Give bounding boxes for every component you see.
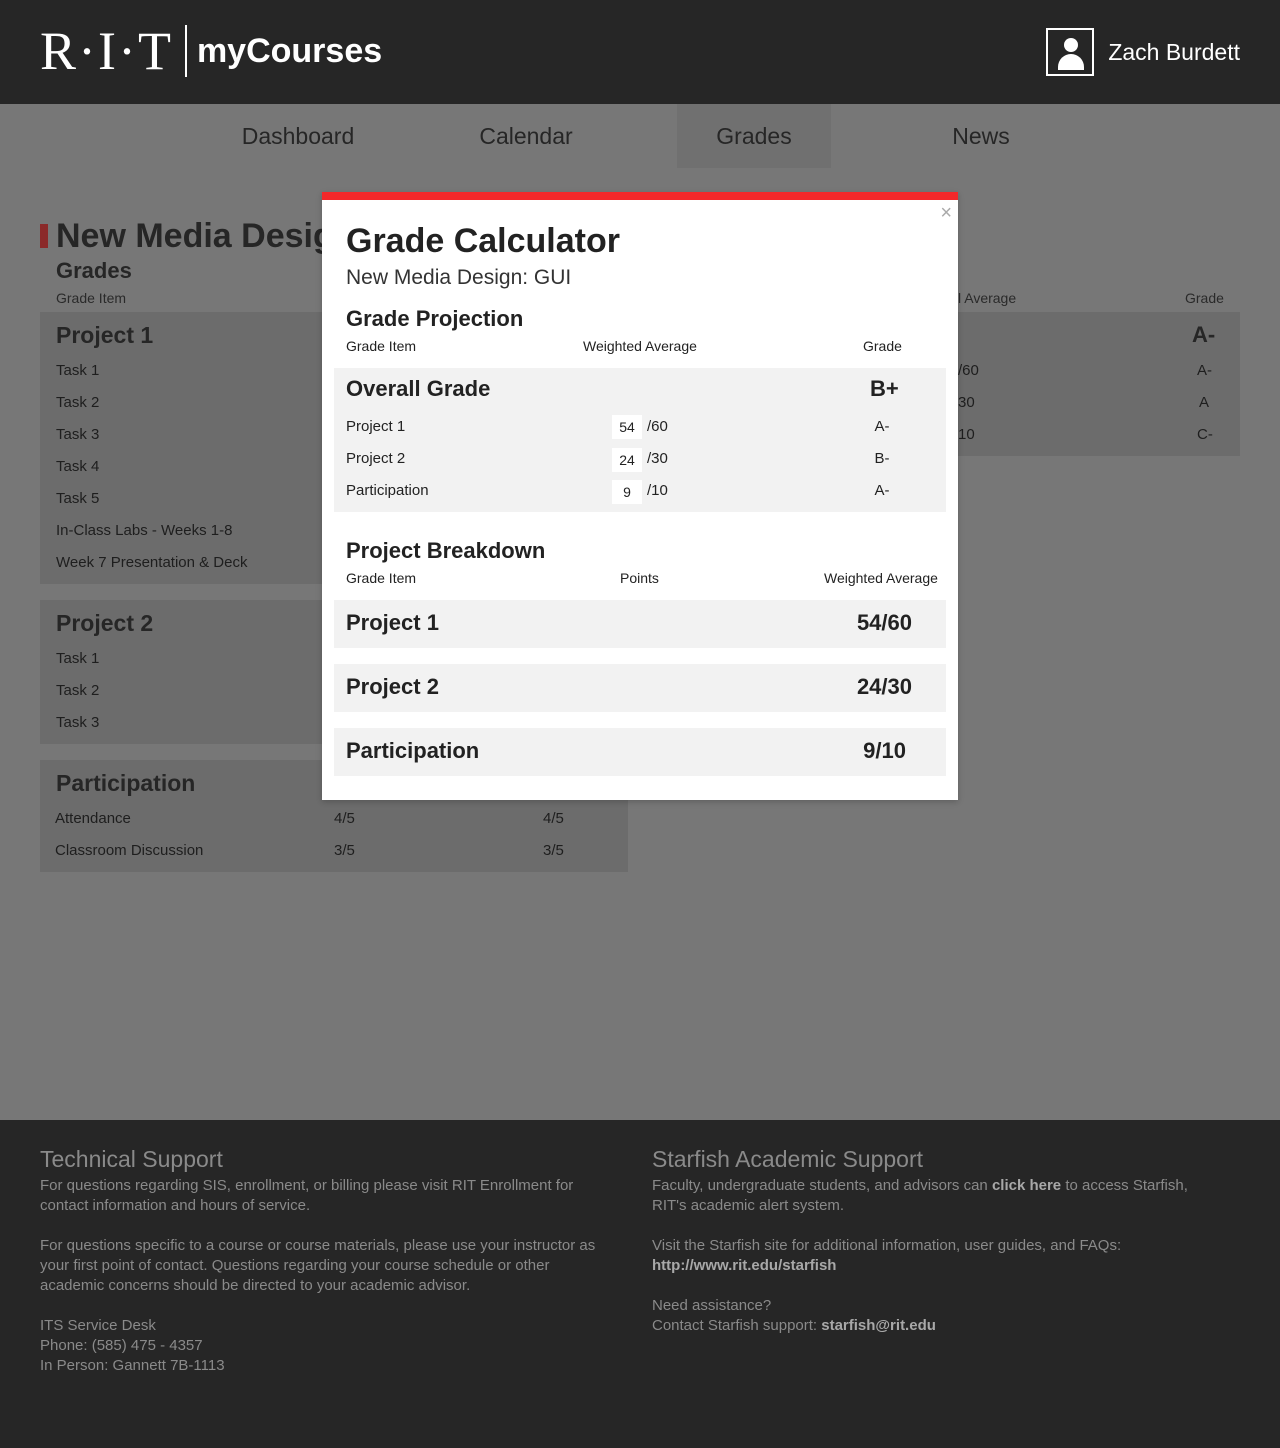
projection-col-item: Grade Item: [346, 338, 417, 354]
project1-title: Project 1: [56, 322, 154, 348]
summary-grade: A-: [1192, 322, 1216, 347]
footer: Technical Support For questions regardin…: [0, 1120, 1280, 1448]
starfish-email-link[interactable]: starfish@rit.edu: [821, 1317, 936, 1334]
project1-row: Task 5: [56, 490, 100, 507]
breakdown-row-project2[interactable]: Project 2 24/30: [334, 664, 946, 712]
col-grade-item: Grade Item: [56, 290, 127, 306]
starfish-assist-text: Need assistance?: [652, 1297, 772, 1314]
nav-dashboard[interactable]: Dashboard: [220, 104, 376, 168]
overall-grade-value: B+: [870, 376, 899, 401]
participation-row-points: 3/5: [334, 842, 355, 859]
overall-grade-label: Overall Grade: [346, 376, 491, 401]
project1-row: Task 3: [56, 426, 100, 443]
projection-row-grade: A-: [874, 418, 890, 435]
project2-title: Project 2: [56, 610, 154, 636]
starfish-heading: Starfish Academic Support: [652, 1146, 924, 1172]
grades-heading: Grades: [56, 258, 132, 283]
nav-grades[interactable]: Grades: [677, 104, 831, 168]
projection-col-grade: Grade: [863, 338, 902, 354]
projection-col-weighted: Weighted Average: [583, 338, 697, 354]
overall-grade-card: Overall Grade B+ Project 1 /60 A- Projec…: [334, 368, 946, 512]
user-avatar-icon[interactable]: [1046, 28, 1095, 76]
project1-score-input[interactable]: [612, 415, 642, 439]
projection-row-name: Project 1: [346, 418, 406, 435]
service-desk-location: In Person: Gannett 7B-1113: [40, 1357, 225, 1374]
projection-row-name: Project 2: [346, 450, 406, 467]
project1-row: Week 7 Presentation & Deck: [56, 554, 248, 571]
participation-score-input[interactable]: [612, 480, 642, 504]
project2-score-input[interactable]: [612, 448, 642, 472]
summary-grade-cell: C-: [1197, 426, 1213, 443]
main-nav: Dashboard Calendar Grades News: [0, 104, 1280, 168]
logo-wordmark: R·I·T: [40, 21, 173, 81]
summary-weighted: 10: [958, 426, 975, 443]
starfish-text: Visit the Starfish site for additional i…: [652, 1237, 1122, 1254]
grade-calculator-modal: × Grade Calculator New Media Design: GUI…: [322, 192, 958, 800]
summary-grade-cell: A-: [1197, 362, 1212, 379]
participation-row-points: 4/5: [334, 810, 355, 827]
modal-title: Grade Calculator: [346, 222, 620, 260]
project2-row: Task 3: [56, 714, 100, 731]
projection-row-grade: A-: [874, 482, 890, 499]
project1-row: Task 1: [56, 362, 100, 379]
breakdown-heading: Project Breakdown: [346, 538, 546, 563]
breakdown-row-score: 24/30: [856, 674, 912, 699]
participation-row-weighted: 3/5: [543, 842, 564, 859]
service-desk-phone: Phone: (585) 475 - 4357: [40, 1337, 203, 1354]
project1-row: In-Class Labs - Weeks 1-8: [56, 522, 233, 539]
app-name: myCourses: [196, 32, 383, 70]
projection-heading: Grade Projection: [346, 306, 524, 331]
projection-row-name: Participation: [346, 482, 429, 499]
close-icon[interactable]: ×: [940, 202, 952, 224]
projection-row-max: /60: [647, 418, 668, 435]
starfish-text: Faculty, undergraduate students, and adv…: [652, 1177, 1188, 1214]
summary-grade-cell: A: [1199, 394, 1210, 411]
tech-support-heading: Technical Support: [40, 1146, 223, 1172]
starfish-url-link[interactable]: http://www.rit.edu/starfish: [652, 1256, 836, 1276]
course-accent-bar: [40, 224, 48, 248]
project2-row: Task 1: [56, 650, 100, 667]
breakdown-row-participation[interactable]: Participation 9/10: [334, 728, 946, 776]
breakdown-row-score: 54/60: [856, 610, 912, 635]
projection-row-max: /10: [647, 482, 668, 499]
participation-row-name: Classroom Discussion: [55, 842, 204, 859]
breakdown-col-weighted: Weighted Average: [824, 570, 938, 586]
nav-calendar[interactable]: Calendar: [448, 104, 604, 168]
breakdown-col-item: Grade Item: [346, 570, 417, 586]
breakdown-row-project1[interactable]: Project 1 54/60: [334, 600, 946, 648]
summary-weighted: 30: [958, 394, 975, 411]
projection-row-max: /30: [647, 450, 668, 467]
service-desk-label: ITS Service Desk: [40, 1317, 156, 1334]
project1-row: Task 4: [56, 458, 100, 475]
breakdown-row-name: Participation: [346, 738, 480, 763]
breakdown-col-points: Points: [620, 570, 659, 586]
participation-title: Participation: [56, 770, 196, 796]
project1-row: Task 2: [56, 394, 100, 411]
breakdown-row-score: 9/10: [863, 738, 906, 763]
col-weighted-average-right: l Average: [958, 290, 1017, 306]
user-menu[interactable]: Zach Burdett: [1046, 28, 1240, 76]
breakdown-row-name: Project 1: [346, 610, 439, 635]
participation-row-weighted: 4/5: [543, 810, 564, 827]
participation-row-name: Attendance: [55, 810, 131, 827]
top-header: R·I·T myCourses Zach Burdett: [0, 0, 1280, 104]
course-title: New Media Desig: [40, 214, 334, 258]
breakdown-row-name: Project 2: [346, 674, 439, 699]
project2-row: Task 2: [56, 682, 100, 699]
summary-weighted: /60: [958, 362, 979, 379]
starfish-contact: Contact Starfish support: starfish@rit.e…: [652, 1317, 936, 1334]
starfish-click-here-link[interactable]: click here: [992, 1177, 1061, 1194]
rit-logo[interactable]: R·I·T myCourses: [40, 24, 382, 78]
modal-subtitle: New Media Design: GUI: [346, 266, 572, 289]
tech-support-text: For questions specific to a course or co…: [40, 1237, 596, 1294]
nav-news[interactable]: News: [903, 104, 1059, 168]
col-grade-right: Grade: [1185, 290, 1224, 306]
user-name[interactable]: Zach Burdett: [1108, 39, 1240, 66]
tech-support-text: For questions regarding SIS, enrollment,…: [40, 1177, 574, 1214]
projection-row-grade: B-: [874, 450, 890, 467]
logo-divider: [184, 25, 187, 77]
